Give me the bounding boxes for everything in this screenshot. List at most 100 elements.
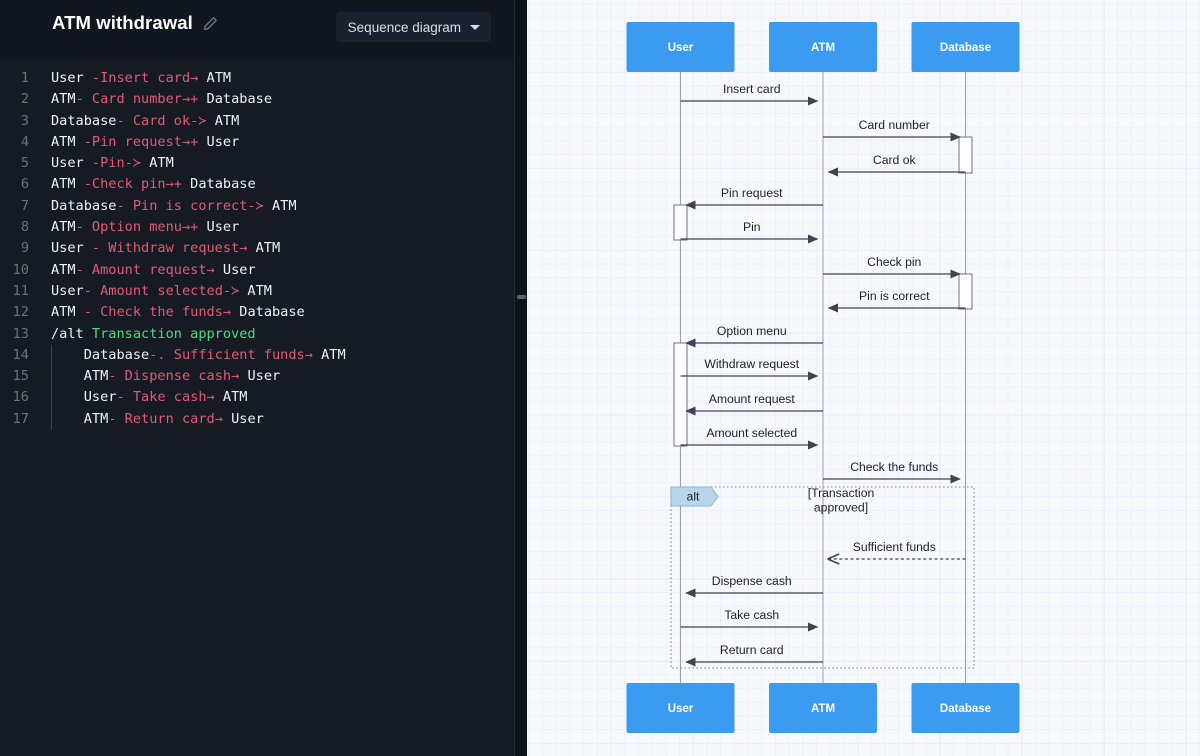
code-token: /alt — [51, 325, 92, 342]
activation-bar-database — [958, 136, 973, 174]
message-label: Check pin — [867, 255, 921, 269]
message-sufficient-funds[interactable]: Sufficient funds — [829, 540, 966, 559]
code-token: ATM — [239, 282, 272, 299]
message-card-number[interactable]: Card number — [823, 118, 961, 142]
code-token: → — [304, 346, 313, 363]
participant-label: ATM — [811, 703, 835, 715]
pane-splitter[interactable] — [514, 0, 527, 756]
code-token: - Pin is correct-≻ — [116, 197, 264, 214]
line-number: 13 — [12, 325, 29, 342]
code-token: Database — [51, 112, 117, 129]
code-token: ATM — [198, 70, 232, 86]
message-check-pin[interactable]: Check pin — [823, 255, 961, 279]
code-line[interactable]: ATM -Check pin→+ Database — [51, 174, 527, 195]
code-line[interactable]: ATM- Card number→+ Database — [51, 89, 527, 110]
message-take-cash[interactable]: Take cash — [680, 608, 819, 632]
message-label: Pin — [743, 220, 761, 234]
editor-header: ATM withdrawal Sequence diagram — [0, 0, 527, 60]
code-token: ATM — [83, 410, 109, 427]
code-line[interactable]: User- Take cash→ ATM — [51, 387, 527, 408]
code-token: User — [198, 133, 240, 150]
message-pin[interactable]: Pin — [680, 220, 819, 244]
alt-fragment-guard-line-2: approved] — [814, 501, 868, 515]
message-label: Amount selected — [706, 426, 797, 440]
alt-fragment-guard-line-1: [Transaction — [808, 486, 875, 500]
code-token: User — [83, 389, 117, 406]
code-token: ATM — [263, 197, 297, 214]
line-number: 5 — [20, 155, 29, 172]
code-line[interactable]: ATM- Return card→ User — [51, 409, 527, 430]
code-token: - Withdraw request — [91, 240, 240, 257]
participant-database-top[interactable]: Database — [911, 22, 1020, 72]
activation-bar-user — [673, 204, 688, 241]
code-token: -Check pin — [83, 176, 166, 193]
code-line[interactable]: User - Withdraw request→ ATM — [51, 238, 527, 259]
code-line[interactable]: User- Amount selected-≻ ATM — [51, 281, 527, 302]
pencil-icon[interactable] — [203, 16, 218, 31]
line-number: 17 — [12, 410, 29, 427]
code-token: →+ — [165, 176, 182, 193]
code-content[interactable]: User -Insert card→ ATM ATM- Card number→+… — [40, 68, 527, 756]
code-token: - Amount selected-≻ — [83, 282, 240, 299]
participant-atm-top[interactable]: ATM — [769, 22, 877, 72]
document-title-group: ATM withdrawal — [52, 12, 218, 34]
message-amount-selected[interactable]: Amount selected — [680, 426, 819, 450]
code-line[interactable]: ATM- Option menu→+ User — [51, 217, 527, 238]
message-option-menu[interactable]: Option menu — [685, 324, 823, 348]
code-token: ATM — [312, 346, 346, 363]
code-line[interactable]: Database- Card ok-≻ ATM — [51, 111, 527, 132]
participant-user-top[interactable]: User — [626, 22, 735, 72]
diagram-type-dropdown[interactable]: Sequence diagram — [335, 12, 491, 42]
message-label: Check the funds — [850, 460, 938, 474]
line-number: 14 — [12, 346, 29, 363]
code-token: - Return card — [108, 410, 215, 427]
indent-guide — [51, 344, 52, 431]
code-line[interactable]: ATM - Check the funds→ Database — [51, 302, 527, 323]
code-line[interactable]: ATM- Amount request→ User — [51, 260, 527, 281]
message-label: Amount request — [709, 392, 796, 406]
code-editor[interactable]: 1 2 3 4 5 6 7 8 9 10 11 12 13 14 15 16 17 User -Insert c… — [0, 60, 527, 756]
line-number: 16 — [12, 389, 29, 406]
code-line[interactable]: Database- Pin is correct-≻ ATM — [51, 196, 527, 217]
splitter-handle[interactable] — [517, 295, 526, 299]
code-line[interactable]: ATM -Pin request→+ User — [51, 132, 527, 153]
code-line[interactable]: Database-. Sufficient funds→ ATM — [51, 345, 527, 366]
code-line[interactable]: /alt Transaction approved — [51, 324, 527, 345]
code-line[interactable]: ATM- Dispense cash→ User — [51, 366, 527, 387]
sequence-diagram[interactable]: alt [Transactionapproved] Insert card Card… — [527, 0, 1200, 756]
code-token: -Insert card — [91, 70, 191, 86]
participant-atm-bottom[interactable]: ATM — [769, 683, 877, 733]
code-token: Database — [83, 346, 150, 363]
line-number-gutter: 1 2 3 4 5 6 7 8 9 10 11 12 13 14 15 16 17 — [0, 68, 40, 756]
message-pin-request[interactable]: Pin request — [685, 186, 823, 210]
message-check-the-funds[interactable]: Check the funds — [823, 460, 961, 484]
message-label: Card number — [859, 118, 930, 132]
message-card-ok[interactable]: Card ok — [827, 153, 966, 177]
code-line[interactable]: User -Pin-≻ ATM — [51, 153, 527, 174]
message-label: Card ok — [873, 153, 917, 167]
participant-database-bottom[interactable]: Database — [911, 683, 1020, 733]
code-token: ATM — [51, 133, 84, 150]
message-return-card[interactable]: Return card — [685, 643, 823, 667]
diagram-canvas[interactable]: alt [Transaction approved] Insert card Card… — [527, 0, 1200, 756]
message-withdraw-request[interactable]: Withdraw request — [680, 357, 819, 381]
message-dispense-cash[interactable]: Dispense cash — [685, 574, 823, 598]
message-label: Sufficient funds — [853, 540, 936, 554]
message-label: Withdraw request — [704, 357, 799, 371]
message-pin-is-correct[interactable]: Pin is correct — [827, 289, 966, 313]
participant-label: Database — [940, 703, 991, 715]
code-token: Database — [181, 176, 256, 193]
code-token: User — [222, 410, 264, 427]
code-token: Database — [198, 91, 273, 108]
code-token: ATM — [51, 91, 76, 108]
line-number: 8 — [20, 219, 29, 236]
code-token: Database — [231, 304, 305, 321]
code-token: -Pin request — [83, 133, 182, 150]
participant-user-bottom[interactable]: User — [626, 683, 735, 733]
message-label: Return card — [720, 643, 784, 657]
app-root: ATM withdrawal Sequence diagram 12345678… — [0, 0, 1200, 756]
message-insert-card[interactable]: Insert card — [680, 82, 819, 106]
message-amount-request[interactable]: Amount request — [685, 392, 823, 416]
participant-label: Database — [940, 42, 991, 54]
code-line[interactable]: User -Insert card→ ATM — [51, 68, 527, 89]
